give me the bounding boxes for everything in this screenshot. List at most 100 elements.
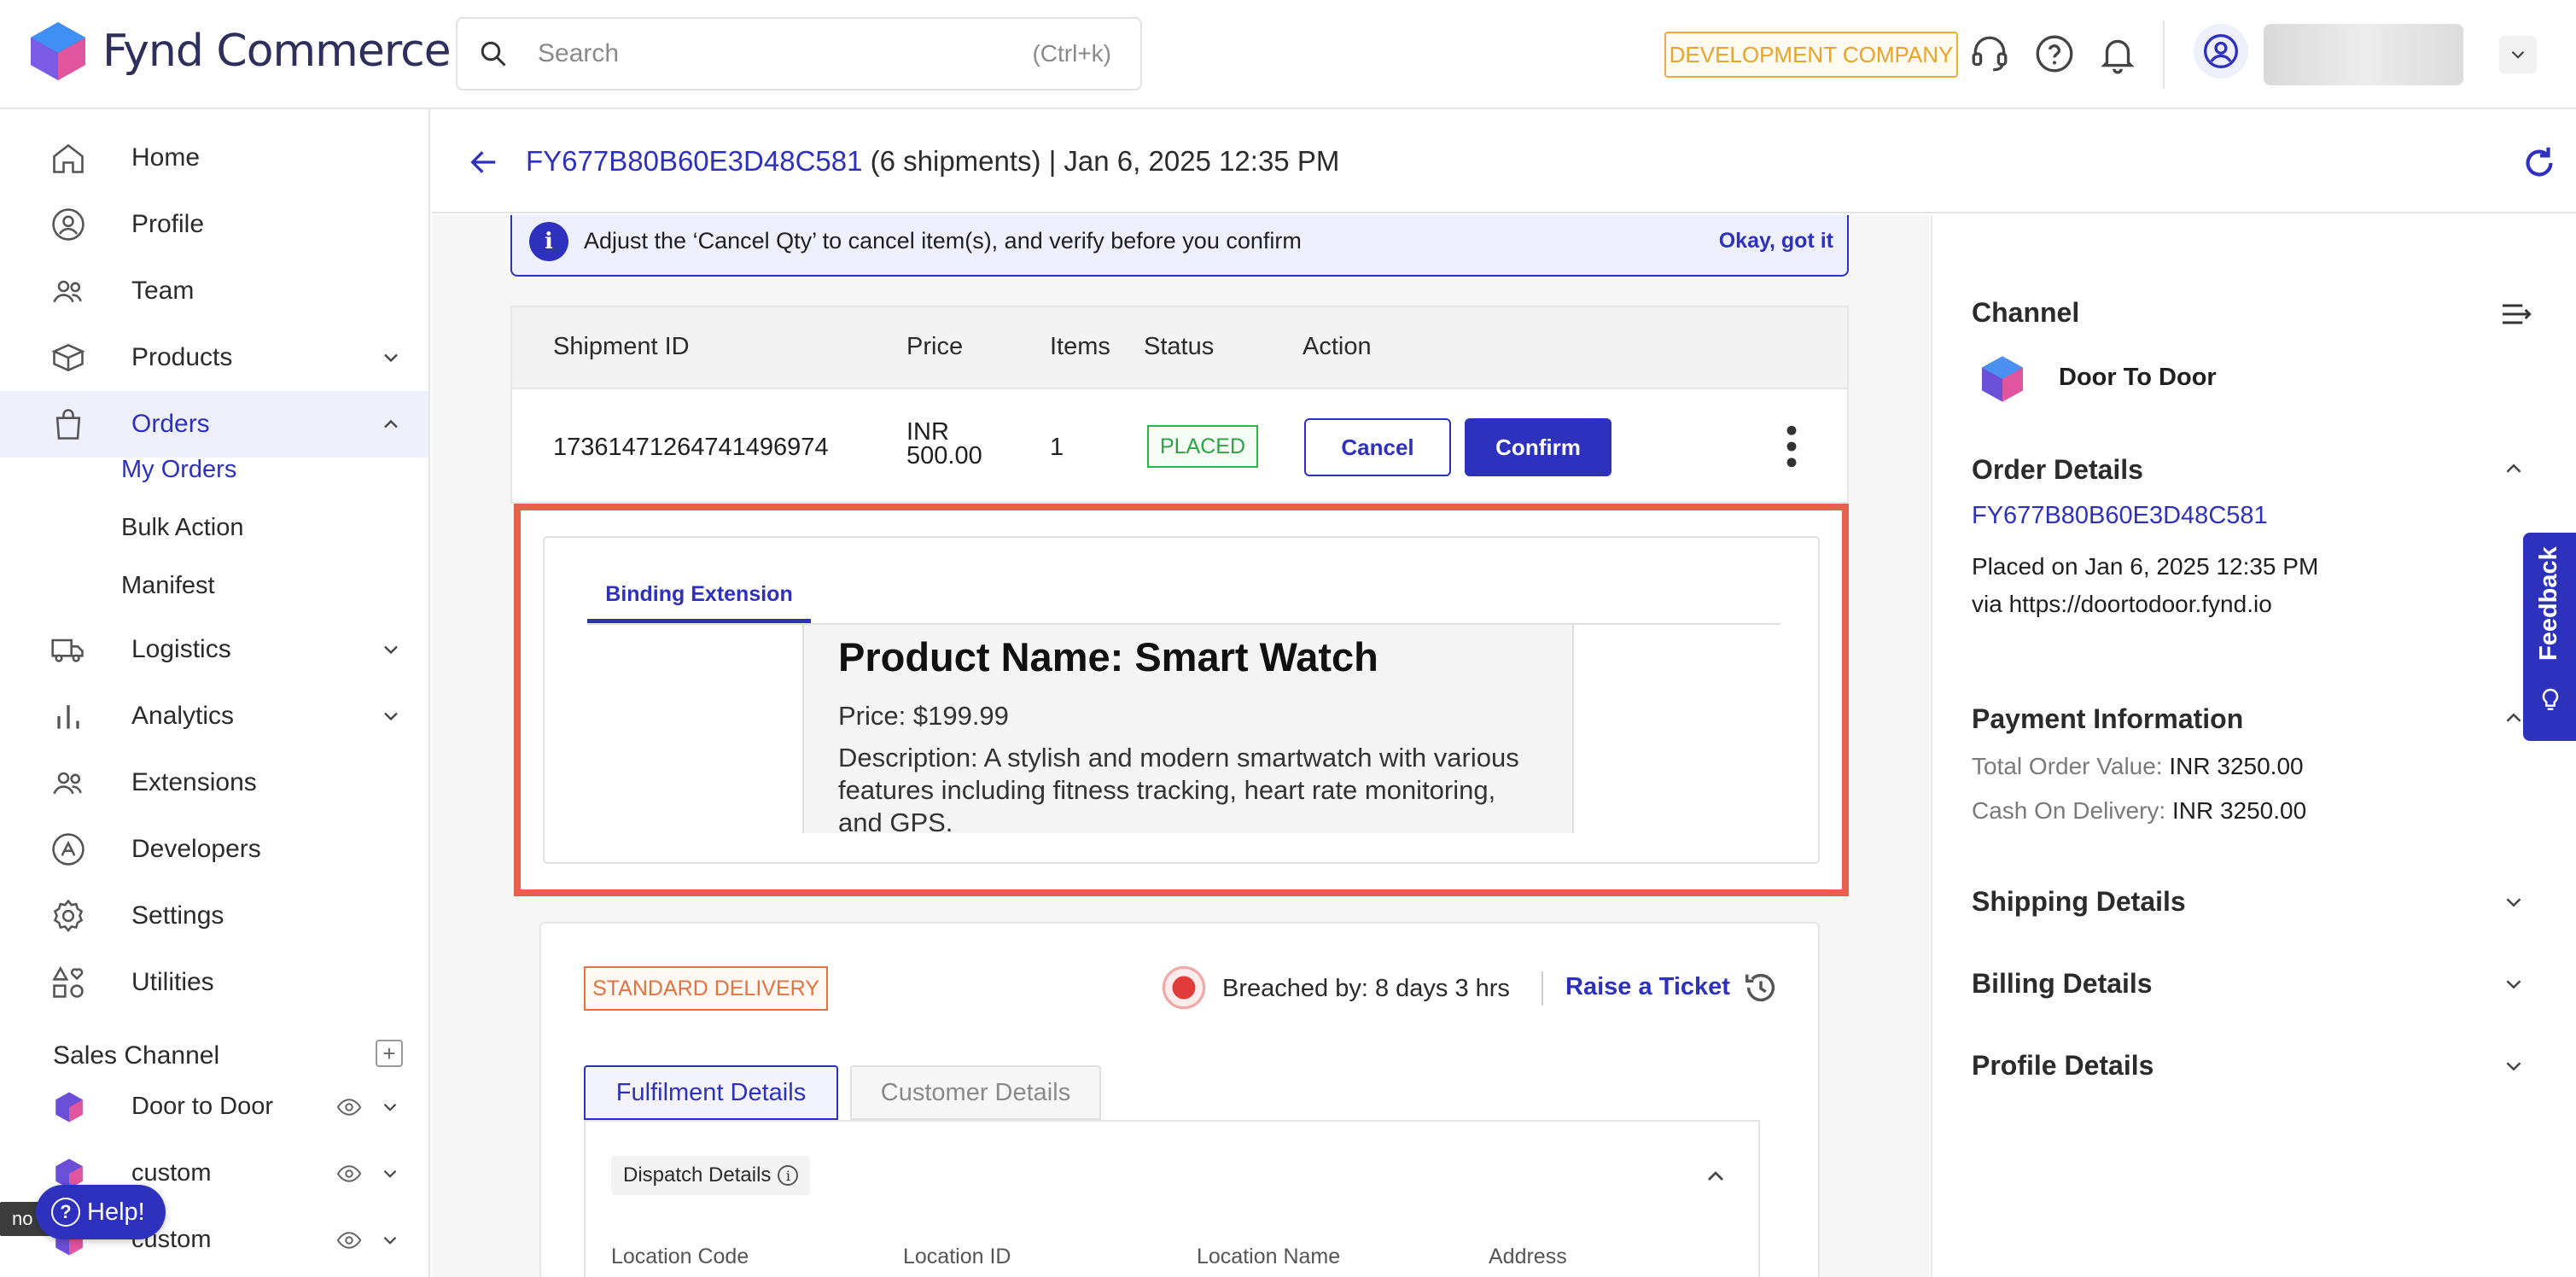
sidebar-item-extensions[interactable]: Extensions — [0, 749, 428, 816]
chevron-down-icon[interactable] — [2501, 971, 2526, 997]
confirm-button[interactable]: Confirm — [1465, 418, 1611, 476]
tab-fulfilment-details[interactable]: Fulfilment Details — [584, 1065, 838, 1120]
team-icon — [53, 280, 82, 303]
support-headset-icon[interactable] — [1968, 32, 2011, 75]
tab-binding-extension[interactable]: Binding Extension — [587, 582, 811, 623]
sales-channel-label: custom — [131, 1159, 212, 1187]
order-details-heading[interactable]: Order Details — [1972, 454, 2143, 486]
info-icon: i — [529, 222, 568, 261]
shipment-id[interactable]: 17361471264741496974 — [553, 434, 829, 462]
cash-on-delivery: Cash On Delivery: INR 3250.00 — [1972, 797, 2306, 825]
eye-icon[interactable] — [335, 1227, 364, 1253]
analytics-bars-icon — [57, 705, 79, 729]
raise-ticket-link[interactable]: Raise a Ticket — [1565, 973, 1730, 1001]
sales-channel-label: Door to Door — [131, 1093, 274, 1120]
sidebar-item-label: Logistics — [131, 635, 231, 663]
total-order-value-amount: INR 3250.00 — [2169, 753, 2304, 779]
delivery-type-badge: STANDARD DELIVERY — [584, 966, 828, 1011]
add-sales-channel-button[interactable]: + — [376, 1040, 403, 1067]
company-badge[interactable]: DEVELOPMENT COMPANY — [1664, 32, 1958, 78]
profile-details-heading[interactable]: Profile Details — [1972, 1050, 2153, 1082]
cancel-button[interactable]: Cancel — [1304, 418, 1451, 476]
eye-icon[interactable] — [335, 1094, 364, 1120]
user-menu-chevron[interactable] — [2499, 36, 2537, 73]
sidebar-item-label: Profile — [131, 210, 205, 238]
order-id-link[interactable]: FY677B80B60E3D48C581 — [526, 145, 862, 177]
history-icon[interactable] — [1741, 968, 1780, 1007]
divider — [1542, 971, 1543, 1006]
channel-logo-icon — [55, 1092, 83, 1122]
items-count: 1 — [1050, 434, 1064, 461]
channel-url: via https://doortodoor.fynd.io — [1972, 591, 2272, 617]
billing-details-heading[interactable]: Billing Details — [1972, 968, 2153, 1000]
sidebar-subitem-my-orders[interactable]: My Orders — [121, 456, 236, 484]
chevron-up-icon[interactable] — [2501, 456, 2526, 481]
user-name-redacted[interactable] — [2264, 24, 2463, 85]
payment-information-heading[interactable]: Payment Information — [1972, 703, 2243, 735]
sidebar-subitem-bulk-action[interactable]: Bulk Action — [121, 514, 243, 542]
orders-bag-icon — [55, 409, 81, 440]
total-order-value-label: Total Order Value: — [1972, 753, 2163, 779]
search-input[interactable]: Search (Ctrl+k) — [456, 17, 1142, 90]
chevron-down-icon — [384, 353, 398, 363]
shipment-table: Shipment ID Price Items Status Action 17… — [510, 306, 1849, 504]
info-icon[interactable]: i — [778, 1165, 799, 1186]
column-header: Price — [906, 333, 964, 360]
back-arrow-icon[interactable] — [464, 145, 504, 179]
user-circle-icon — [2204, 34, 2238, 68]
channel-name: Door To Door — [2059, 364, 2217, 391]
search-icon — [481, 41, 506, 67]
sidebar-item-orders[interactable]: Orders — [0, 391, 428, 458]
sales-channel-item[interactable]: Door to Door — [0, 1076, 428, 1137]
sidebar-item-settings[interactable]: Settings — [0, 883, 428, 949]
notification-bell-icon[interactable] — [2096, 32, 2139, 75]
top-bar: Fynd Commerce Search (Ctrl+k) DEVELOPMEN… — [0, 0, 2576, 109]
product-preview: Product Name: Smart Watch Price: $199.99… — [802, 625, 1574, 833]
sidebar-subitem-manifest[interactable]: Manifest — [121, 572, 215, 600]
sidebar: Home Profile Team Products Orders My Ord… — [0, 109, 430, 1277]
help-circle-icon[interactable] — [2033, 32, 2076, 75]
banner-message: Adjust the ‘Cancel Qty’ to cancel item(s… — [584, 228, 1302, 254]
brand-name: Fynd Commerce — [102, 26, 452, 77]
feedback-tab[interactable]: Feedback — [2523, 533, 2576, 741]
sidebar-item-developers[interactable]: Developers — [0, 816, 428, 883]
order-meta: (6 shipments) | Jan 6, 2025 12:35 PM — [870, 145, 1340, 177]
tab-customer-details[interactable]: Customer Details — [850, 1065, 1101, 1120]
shipping-details-heading[interactable]: Shipping Details — [1972, 886, 2186, 918]
help-label: Help! — [87, 1198, 145, 1226]
table-header: Shipment ID Price Items Status Action — [512, 307, 1847, 389]
help-question-icon: ? — [51, 1198, 80, 1227]
sidebar-item-team[interactable]: Team — [0, 258, 428, 324]
fynd-logo-icon — [31, 22, 85, 80]
refresh-icon[interactable] — [2520, 143, 2559, 183]
product-price: Price: $199.99 — [838, 701, 1009, 731]
chevron-down-icon[interactable] — [379, 1096, 401, 1118]
sidebar-item-utilities[interactable]: Utilities — [0, 949, 428, 1016]
collapse-panel-icon[interactable] — [2496, 297, 2535, 331]
order-id-link[interactable]: FY677B80B60E3D48C581 — [1972, 502, 2268, 530]
column-header: Items — [1050, 333, 1110, 360]
logistics-truck-icon — [51, 638, 84, 662]
dismiss-banner-button[interactable]: Okay, got it — [1719, 229, 1833, 254]
help-button[interactable]: ? Help! — [36, 1185, 166, 1239]
search-placeholder: Search — [538, 39, 620, 67]
eye-icon[interactable] — [335, 1161, 364, 1187]
sidebar-item-home[interactable]: Home — [0, 125, 428, 191]
sidebar-item-profile[interactable]: Profile — [0, 191, 428, 258]
sidebar-item-products[interactable]: Products — [0, 324, 428, 391]
channel-logo-icon — [1982, 356, 2023, 402]
sidebar-item-label: Extensions — [131, 768, 257, 796]
home-icon — [53, 143, 84, 173]
chevron-down-icon[interactable] — [2501, 1053, 2526, 1079]
extensions-icon — [53, 772, 82, 795]
sidebar-item-logistics[interactable]: Logistics — [0, 616, 428, 683]
chevron-down-icon[interactable] — [2501, 889, 2526, 915]
chevron-down-icon[interactable] — [379, 1229, 401, 1251]
chevron-up-icon[interactable] — [1702, 1163, 1729, 1190]
avatar[interactable] — [2194, 24, 2248, 79]
sidebar-item-analytics[interactable]: Analytics — [0, 683, 428, 749]
brand-logo[interactable]: Fynd Commerce — [26, 19, 452, 84]
chevron-down-icon[interactable] — [379, 1163, 401, 1185]
more-options-icon[interactable] — [1786, 425, 1798, 468]
channel-heading: Channel — [1972, 297, 2080, 328]
